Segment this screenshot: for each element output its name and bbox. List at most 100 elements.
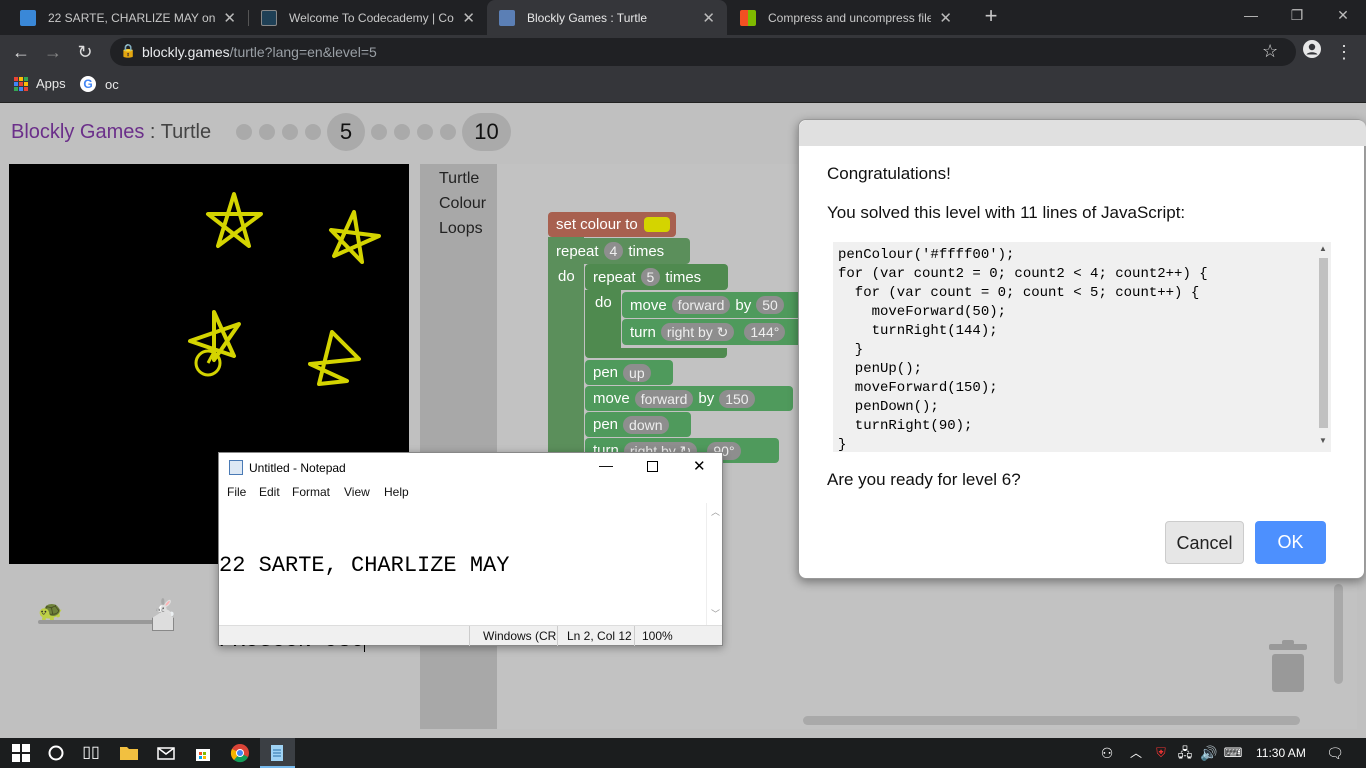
menu-view[interactable]: View <box>344 485 370 499</box>
forward-arrow-icon[interactable]: → <box>40 39 66 65</box>
notepad-text-area[interactable]: 22 SARTE, CHARLIZE MAY PROGCON 930 <box>219 503 706 653</box>
tab-1[interactable]: 22 SARTE, CHARLIZE MAY on 20 ✕ <box>8 0 248 35</box>
repeat-block-inner[interactable]: repeat 5 times <box>585 264 728 290</box>
reload-icon[interactable]: ↻ <box>72 39 98 65</box>
people-icon[interactable]: ⚇ <box>1096 742 1118 764</box>
network-icon[interactable]: 🖧 <box>1174 742 1196 764</box>
workspace-vertical-scrollbar[interactable] <box>1334 584 1343 684</box>
star-bookmark-icon[interactable]: ☆ <box>1262 41 1278 62</box>
notepad-scrollbar[interactable]: ︿ ﹀ <box>706 503 722 625</box>
lock-icon: 🔒 <box>120 43 137 58</box>
maximize-icon[interactable] <box>647 461 658 472</box>
tab-close-icon[interactable]: ✕ <box>223 9 236 27</box>
tab-title: 22 SARTE, CHARLIZE MAY on 20 <box>48 10 216 25</box>
level-8-dot[interactable] <box>417 124 433 140</box>
level-current[interactable]: 5 <box>327 113 365 151</box>
toolbox-category[interactable]: Turtle <box>439 170 479 188</box>
move-block[interactable]: move forward by 50 <box>622 292 802 318</box>
tab-favicon-icon <box>20 9 36 26</box>
level-7-dot[interactable] <box>394 124 410 140</box>
colour-swatch[interactable] <box>643 217 670 232</box>
pen-state-dropdown[interactable]: up <box>623 363 651 382</box>
search-circle-icon[interactable] <box>45 742 67 764</box>
level-9-dot[interactable] <box>440 124 456 140</box>
bookmark-oc[interactable]: G oc <box>80 76 119 92</box>
security-alert-icon[interactable]: ⛨ <box>1150 742 1172 764</box>
level-3-dot[interactable] <box>282 124 298 140</box>
pen-down-block[interactable]: pen down <box>585 412 691 437</box>
task-view-icon[interactable]: ▯▯ <box>80 742 102 764</box>
back-arrow-icon[interactable]: ← <box>8 39 34 65</box>
store-icon[interactable] <box>192 742 214 764</box>
volume-icon[interactable]: 🔊 <box>1198 742 1220 764</box>
address-bar[interactable]: 🔒 blockly.games/turtle?lang=en&level=5 ☆ <box>110 38 1296 66</box>
menu-kebab-icon[interactable]: ⋮ <box>1331 39 1357 65</box>
game-name: Turtle <box>160 121 212 143</box>
minimize-icon[interactable]: — <box>599 457 613 473</box>
tab-close-icon[interactable]: ✕ <box>939 9 952 27</box>
menu-help[interactable]: Help <box>384 485 409 499</box>
turn-block[interactable]: turn right by ↻ 144° <box>622 319 802 345</box>
tab-close-icon[interactable]: ✕ <box>462 9 475 27</box>
level-1-dot[interactable] <box>236 124 252 140</box>
notification-center-icon[interactable]: 🗨 <box>1324 742 1346 764</box>
level-6-dot[interactable] <box>371 124 387 140</box>
blockly-games-link[interactable]: Blockly Games <box>11 121 144 143</box>
level-2-dot[interactable] <box>259 124 275 140</box>
workspace-horizontal-scrollbar[interactable] <box>803 716 1300 725</box>
tab-close-icon[interactable]: ✕ <box>702 9 715 27</box>
tab-3-active[interactable]: Blockly Games : Turtle ✕ <box>487 0 727 35</box>
minimize-window-icon[interactable]: — <box>1228 0 1274 32</box>
close-icon[interactable]: ✕ <box>693 457 706 475</box>
close-window-icon[interactable]: ✕ <box>1320 0 1366 32</box>
notepad-window: Untitled - Notepad — ✕ File Edit Format … <box>218 452 723 653</box>
chevron-up-icon[interactable]: ︿ <box>1125 742 1147 764</box>
toolbox-category[interactable]: Loops <box>439 220 483 238</box>
pen-state-dropdown[interactable]: down <box>623 415 669 434</box>
clock-time[interactable]: 11:30 AM <box>1256 746 1306 760</box>
restore-window-icon[interactable]: ❐ <box>1274 0 1320 32</box>
repeat-count-field[interactable]: 5 <box>640 268 661 286</box>
trash-icon[interactable] <box>1267 640 1309 692</box>
new-tab-button[interactable]: + <box>978 4 1004 30</box>
tab-title: Compress and uncompress files ( <box>768 10 932 25</box>
windows-start-icon[interactable] <box>10 742 32 764</box>
toolbox-category[interactable]: Colour <box>439 195 486 213</box>
code-line: penUp(); <box>838 361 923 377</box>
chrome-icon[interactable] <box>229 742 251 764</box>
tab-favicon-icon <box>740 9 756 26</box>
distance-field[interactable]: 150 <box>719 389 755 408</box>
keyboard-icon[interactable]: ⌨ <box>1222 742 1244 764</box>
bookmark-apps[interactable]: Apps <box>14 76 66 91</box>
menu-edit[interactable]: Edit <box>259 485 280 499</box>
move-block[interactable]: move forward by 150 <box>585 386 793 411</box>
code-line: turnRight(144); <box>838 323 998 339</box>
distance-field[interactable]: 50 <box>756 296 784 314</box>
notepad-taskbar-button[interactable] <box>260 738 295 768</box>
file-explorer-icon[interactable] <box>118 742 140 764</box>
ok-button[interactable]: OK <box>1255 521 1326 564</box>
cancel-button[interactable]: Cancel <box>1165 521 1244 564</box>
code-scrollbar[interactable]: ▲ ▼ <box>1317 244 1329 450</box>
menu-file[interactable]: File <box>227 485 246 499</box>
direction-dropdown[interactable]: forward <box>634 389 694 408</box>
tab-2[interactable]: Welcome To Codecademy | Code ✕ <box>249 0 487 35</box>
code-line: penColour('#ffff00'); <box>838 247 1015 263</box>
angle-field[interactable]: 144° <box>744 323 786 341</box>
profile-avatar-icon[interactable] <box>1299 39 1325 65</box>
congratulations-dialog: Congratulations! You solved this level w… <box>798 119 1366 579</box>
menu-format[interactable]: Format <box>292 485 330 499</box>
turn-direction-dropdown[interactable]: right by ↻ <box>660 323 735 341</box>
mail-icon[interactable] <box>155 742 177 764</box>
tab-favicon-icon <box>499 9 515 26</box>
repeat-count-field[interactable]: 4 <box>603 242 624 260</box>
pen-up-block[interactable]: pen up <box>585 360 673 385</box>
set-colour-block[interactable]: set colour to <box>548 212 676 237</box>
repeat-block-outer[interactable]: repeat 4 times <box>548 238 690 264</box>
level-last[interactable]: 10 <box>462 113 511 151</box>
notepad-titlebar[interactable]: Untitled - Notepad — ✕ <box>219 453 722 483</box>
tab-4[interactable]: Compress and uncompress files ( ✕ <box>728 0 964 35</box>
direction-dropdown[interactable]: forward <box>671 296 731 314</box>
level-4-dot[interactable] <box>305 124 321 140</box>
speed-slider[interactable] <box>38 620 164 624</box>
